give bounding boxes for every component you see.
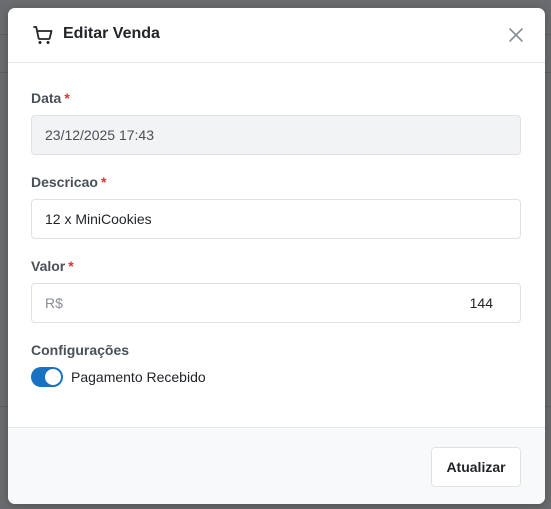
date-label: Data * — [31, 90, 70, 106]
payment-received-label: Pagamento Recebido — [71, 369, 206, 385]
settings-label: Configurações — [31, 342, 130, 358]
required-mark: * — [64, 90, 70, 106]
required-mark: * — [68, 258, 74, 274]
payment-received-toggle[interactable] — [31, 367, 63, 387]
modal-title: Editar Venda — [63, 25, 160, 42]
edit-sale-modal: Editar Venda Data * 23/12/2025 17:43 Desc… — [8, 8, 545, 504]
modal-header: Editar Venda — [8, 8, 545, 63]
description-value: 12 x MiniCookies — [45, 211, 152, 227]
update-button[interactable]: Atualizar — [431, 447, 521, 487]
value-amount: 144 — [469, 295, 493, 311]
date-value: 23/12/2025 17:43 — [45, 127, 154, 143]
modal-footer: Atualizar — [8, 427, 545, 504]
toggle-knob — [45, 369, 61, 385]
value-label: Valor * — [31, 258, 74, 274]
date-field: 23/12/2025 17:43 — [31, 115, 521, 155]
description-input[interactable]: 12 x MiniCookies — [31, 199, 521, 239]
currency-prefix: R$ — [45, 295, 63, 311]
close-icon[interactable] — [506, 25, 526, 45]
value-input[interactable]: R$ 144 — [31, 283, 521, 323]
required-mark: * — [100, 174, 107, 190]
shopping-cart-icon — [33, 26, 53, 44]
description-label: Descricao * — [31, 174, 107, 190]
